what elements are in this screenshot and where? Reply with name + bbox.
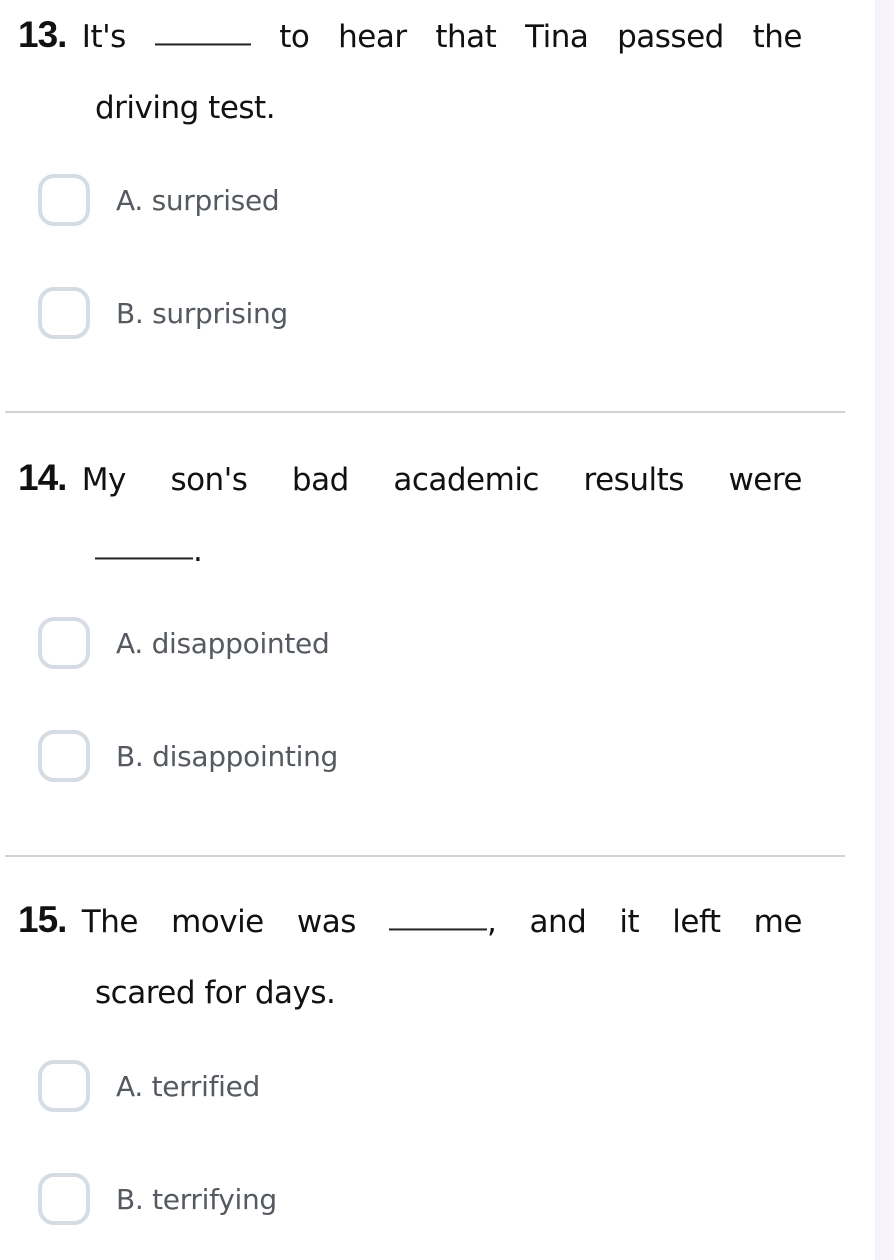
option-label: A. terrified [116, 1069, 261, 1103]
question-text-word: movie [171, 904, 264, 940]
question-14-line-2: . [95, 526, 203, 569]
question-13-lead: 13. It's [18, 14, 126, 56]
option-label: B. disappointing [116, 739, 338, 773]
option-14-b[interactable]: B. disappointing [38, 726, 338, 786]
divider [5, 411, 845, 413]
option-15-b[interactable]: B. terrifying [38, 1169, 277, 1229]
checkbox[interactable] [38, 730, 90, 782]
checkbox[interactable] [38, 1060, 90, 1112]
answer-blank [389, 897, 487, 931]
question-13-line-1: 13. It's to hear that Tina passed the [18, 12, 803, 56]
question-number: 15. [18, 899, 67, 940]
question-text-punctuation: . [193, 533, 203, 569]
checkbox[interactable] [38, 617, 90, 669]
option-13-a[interactable]: A. surprised [38, 170, 280, 230]
question-15-line-1: 15. The movie was , and it left me [18, 897, 803, 941]
question-text-word: son's [170, 462, 248, 498]
question-text-word: were [728, 462, 802, 498]
option-label: B. surprising [116, 296, 288, 330]
question-14-lead: 14. My [18, 457, 126, 499]
question-15-line-2: scared for days. [95, 975, 336, 1011]
question-number: 14. [18, 457, 67, 498]
page-gutter [875, 0, 894, 1260]
question-text-word: The [81, 904, 139, 940]
answer-blank-group: , [389, 897, 497, 940]
question-text-word: It's [81, 19, 126, 55]
option-14-a[interactable]: A. disappointed [38, 613, 330, 673]
question-15-lead: 15. The [18, 899, 138, 941]
question-text-word: me [753, 904, 803, 940]
question-text-word: Tina [525, 19, 589, 55]
question-text-word: hear [338, 19, 407, 55]
option-label: A. disappointed [116, 626, 330, 660]
question-13-line-2: driving test. [95, 90, 276, 126]
checkbox[interactable] [38, 1173, 90, 1225]
question-text-word: results [583, 462, 685, 498]
question-text-word: and [529, 904, 587, 940]
option-15-a[interactable]: A. terrified [38, 1056, 260, 1116]
question-number: 13. [18, 14, 67, 55]
question-text-word: was [296, 904, 357, 940]
divider [5, 855, 845, 857]
question-text-word: bad [291, 462, 349, 498]
quiz-page: 13. It's to hear that Tina passed the dr… [0, 0, 894, 1260]
answer-blank [95, 526, 193, 560]
checkbox[interactable] [38, 287, 90, 339]
option-label: A. surprised [116, 183, 280, 217]
answer-blank [154, 12, 251, 46]
option-label: B. terrifying [116, 1182, 277, 1216]
question-text-word: passed [617, 19, 724, 55]
checkbox[interactable] [38, 174, 90, 226]
option-13-b[interactable]: B. surprising [38, 283, 288, 343]
question-text-word: that [435, 19, 497, 55]
question-text-punctuation: , [487, 904, 497, 940]
question-14-line-1: 14. My son's bad academic results were [18, 457, 802, 499]
question-text-word: the [752, 19, 803, 55]
question-text-word: to [279, 19, 310, 55]
question-text-word: left [672, 904, 721, 940]
question-text-word: My [81, 462, 127, 498]
question-text-word: it [619, 904, 640, 940]
question-text-word: academic [393, 462, 539, 498]
